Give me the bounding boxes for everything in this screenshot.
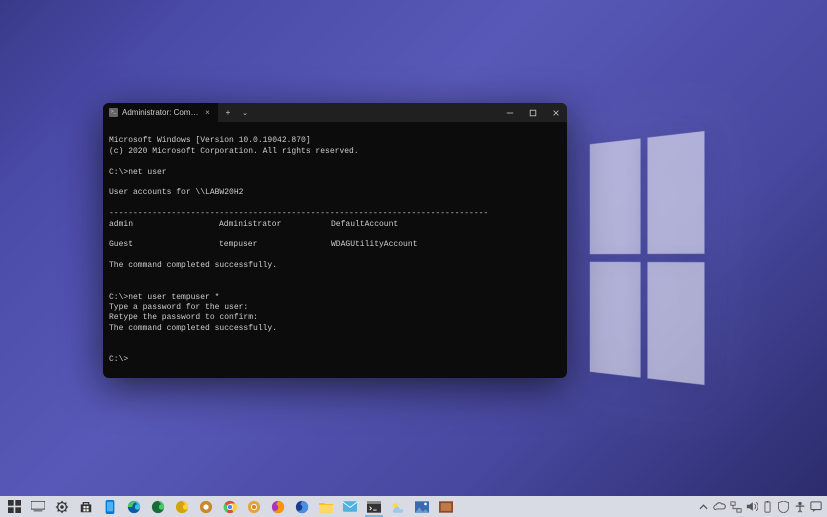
taskbar: [0, 496, 827, 517]
action-center-icon[interactable]: [808, 496, 823, 517]
ease-of-access-icon[interactable]: [792, 496, 807, 517]
term-line: Microsoft Windows [Version 10.0.19042.87…: [109, 136, 311, 145]
chrome-canary-button[interactable]: [242, 496, 266, 517]
term-line: The command completed successfully.: [109, 261, 277, 270]
terminal-window: Administrator: Command Prompt × + ⌄ Micr…: [103, 103, 567, 378]
onedrive-icon[interactable]: [712, 496, 727, 517]
browser-misc-button[interactable]: [194, 496, 218, 517]
term-prompt: C:\>net user: [109, 168, 167, 177]
network-icon[interactable]: [728, 496, 743, 517]
window-maximize-button[interactable]: [521, 103, 544, 122]
term-line: The command completed successfully.: [109, 324, 277, 333]
tray-overflow-button[interactable]: [696, 496, 711, 517]
edge-dev-button[interactable]: [146, 496, 170, 517]
system-tray: [696, 496, 825, 517]
table-row: GuesttempuserWDAGUtilityAccount: [109, 240, 561, 250]
mail-button[interactable]: [338, 496, 362, 517]
term-line: Retype the password to confirm:: [109, 313, 258, 322]
term-prompt: C:\>net user tempuser *: [109, 293, 219, 302]
edge-button[interactable]: [122, 496, 146, 517]
chrome-button[interactable]: [218, 496, 242, 517]
tab-close-button[interactable]: ×: [203, 108, 212, 117]
term-prompt: C:\>: [109, 355, 128, 364]
security-icon[interactable]: [776, 496, 791, 517]
term-line: (c) 2020 Microsoft Corporation. All righ…: [109, 147, 359, 156]
task-view-button[interactable]: [26, 496, 50, 517]
window-titlebar[interactable]: Administrator: Command Prompt × + ⌄: [103, 103, 567, 122]
term-line: Type a password for the user:: [109, 303, 248, 312]
weather-button[interactable]: [386, 496, 410, 517]
start-button[interactable]: [2, 496, 26, 517]
tab-title: Administrator: Command Prompt: [122, 108, 199, 117]
terminal-output[interactable]: Microsoft Windows [Version 10.0.19042.87…: [103, 122, 567, 378]
firefox-button[interactable]: [266, 496, 290, 517]
windows-logo-wallpaper: [590, 131, 705, 385]
term-line: User accounts for \\LABW20H2: [109, 188, 243, 197]
window-minimize-button[interactable]: [498, 103, 521, 122]
microsoft-store-button[interactable]: [74, 496, 98, 517]
app-misc-button[interactable]: [434, 496, 458, 517]
volume-icon[interactable]: [744, 496, 759, 517]
tab-cmd-admin[interactable]: Administrator: Command Prompt ×: [103, 103, 218, 122]
photos-button[interactable]: [410, 496, 434, 517]
term-line: ----------------------------------------…: [109, 209, 488, 218]
cmd-icon: [109, 108, 118, 117]
window-close-button[interactable]: [544, 103, 567, 122]
titlebar-drag-area[interactable]: [252, 103, 498, 122]
tab-dropdown-button[interactable]: ⌄: [238, 103, 252, 122]
terminal-taskbar-button[interactable]: [362, 496, 386, 517]
file-explorer-button[interactable]: [314, 496, 338, 517]
new-tab-button[interactable]: +: [218, 103, 238, 122]
power-icon[interactable]: [760, 496, 775, 517]
table-row: adminAdministratorDefaultAccount: [109, 220, 561, 230]
edge-canary-button[interactable]: [170, 496, 194, 517]
firefox-dev-button[interactable]: [290, 496, 314, 517]
settings-button[interactable]: [50, 496, 74, 517]
your-phone-button[interactable]: [98, 496, 122, 517]
